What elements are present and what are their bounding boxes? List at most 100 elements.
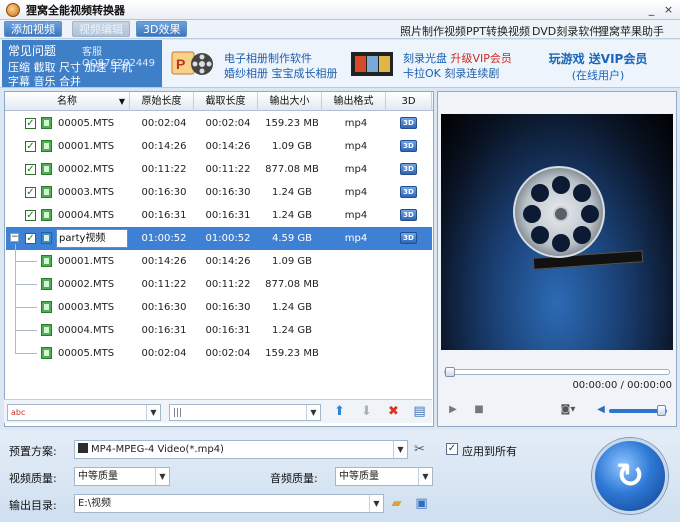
move-down-icon[interactable]: ⬇ <box>359 404 374 419</box>
apply-all-checkbox[interactable]: ✓ <box>446 443 458 455</box>
convert-button[interactable]: ↻ <box>592 438 668 514</box>
file-list[interactable]: 名称 ▼ 原始长度 截取长度 输出大小 输出格式 3D ✓ 00005.MTS 00:… <box>4 91 434 427</box>
video-file-icon <box>41 278 52 290</box>
reel-hole <box>573 226 591 244</box>
tab-add-video[interactable]: 添加视频 <box>4 21 62 37</box>
minimize-button[interactable]: _ <box>644 2 659 17</box>
audio-quality-label: 音频质量: <box>270 472 318 485</box>
3d-effect-icon[interactable]: 3D <box>400 117 417 129</box>
video-preview[interactable] <box>441 114 673 350</box>
link-dvd-burn[interactable]: DVD刻录软件 <box>532 23 600 39</box>
row-name: 00005.MTS <box>58 118 115 129</box>
row-checkbox[interactable]: ✓ <box>25 210 36 221</box>
row-output-size: 1.24 GB <box>271 187 313 198</box>
row-output-format[interactable]: mp4 <box>324 158 388 181</box>
close-button[interactable]: × <box>661 2 676 17</box>
tree-connector <box>15 353 37 354</box>
faq-title[interactable]: 常见问题 <box>8 42 56 59</box>
row-checkbox[interactable]: ✓ <box>25 118 36 129</box>
3d-effect-icon[interactable]: 3D <box>400 232 417 244</box>
vip-promo-title[interactable]: 玩游戏 送VIP会员 <box>548 50 648 67</box>
output-dir-field[interactable]: E:\视频 ▼ <box>74 494 384 513</box>
chevron-down-icon: ▼ <box>369 495 383 512</box>
row-output-format[interactable]: mp4 <box>324 204 388 227</box>
play-icon[interactable]: ▶ <box>446 403 460 417</box>
audio-track-select[interactable]: ||| ▼ <box>169 404 321 421</box>
reel-hub <box>553 206 569 222</box>
seek-bar[interactable] <box>444 367 670 377</box>
table-row[interactable]: ✓ 00003.MTS 00:16:30 00:16:30 1.24 GB mp4 3D <box>6 181 432 204</box>
chevron-down-icon: ▼ <box>418 468 432 485</box>
tab-3d-effect[interactable]: 3D效果 <box>136 21 188 37</box>
table-row[interactable]: ✓ 00004.MTS 00:16:31 00:16:31 1.24 GB mp4 3D <box>6 204 432 227</box>
table-row[interactable]: 00005.MTS 00:02:04 00:02:04 159.23 MB <box>6 342 432 365</box>
tree-connector <box>15 307 37 308</box>
row-cut-length: 00:02:04 <box>205 348 251 359</box>
row-output-format[interactable]: mp4 <box>324 135 388 158</box>
3d-effect-icon[interactable]: 3D <box>400 140 417 152</box>
stop-icon[interactable]: ■ <box>472 403 486 417</box>
column-3d[interactable]: 3D <box>386 92 432 111</box>
video-file-icon <box>41 209 52 221</box>
clear-list-icon[interactable]: ▤ <box>412 404 427 419</box>
settings-tools-icon[interactable]: ✂ <box>412 442 427 457</box>
table-row[interactable]: 00002.MTS 00:11:22 00:11:22 877.08 MB <box>6 273 432 296</box>
row-output-format[interactable]: mp4 <box>324 227 388 250</box>
3d-effect-icon[interactable]: 3D <box>400 186 417 198</box>
preview-panel: 00:00:00 / 00:00:00 ▶ ■ ◙▾ ◀ <box>437 91 677 427</box>
row-original-length: 00:14:26 <box>141 256 187 267</box>
table-row[interactable]: ✓ 00001.MTS 00:14:26 00:14:26 1.09 GB mp4 3D <box>6 135 432 158</box>
seek-handle[interactable] <box>445 367 455 377</box>
link-ppt-video[interactable]: PPT转换视频 <box>466 23 530 39</box>
column-output-size[interactable]: 输出大小 <box>258 92 322 111</box>
table-row[interactable]: 00003.MTS 00:16:30 00:16:30 1.24 GB <box>6 296 432 319</box>
delete-icon[interactable]: ✖ <box>386 404 401 419</box>
tab-video-edit[interactable]: 视频编辑 <box>72 21 130 37</box>
volume-slider[interactable] <box>609 405 667 416</box>
row-output-size: 159.23 MB <box>265 118 319 129</box>
column-name[interactable]: 名称 ▼ <box>5 92 130 111</box>
faq-links-2[interactable]: 字幕 音乐 合并 <box>8 73 81 89</box>
reel-hole <box>531 226 549 244</box>
3d-effect-icon[interactable]: 3D <box>400 163 417 175</box>
promo-vip-upgrade[interactable]: 升级VIP会员 <box>451 52 512 65</box>
table-row[interactable]: 00004.MTS 00:16:31 00:16:31 1.24 GB <box>6 319 432 342</box>
volume-icon[interactable]: ◀ <box>594 403 608 417</box>
video-file-icon <box>41 255 52 267</box>
audio-quality-select[interactable]: 中等质量 ▼ <box>335 467 433 486</box>
table-row-group[interactable]: − ✓ party视频 01:00:52 01:00:52 4.59 GB mp4 3D <box>6 227 432 250</box>
subtitle-select[interactable]: abc ▼ <box>7 404 161 421</box>
promo-burn-line1[interactable]: 刻录光盘 升级VIP会员 <box>403 50 512 66</box>
browse-folder-icon[interactable]: ▰ <box>389 496 404 511</box>
row-output-format[interactable]: mp4 <box>324 112 388 135</box>
table-row[interactable]: 00001.MTS 00:14:26 00:14:26 1.09 GB <box>6 250 432 273</box>
column-original-length[interactable]: 原始长度 <box>130 92 194 111</box>
open-folder-icon[interactable]: ▣ <box>414 496 429 511</box>
row-name-editor[interactable]: party视频 <box>56 229 128 248</box>
table-row[interactable]: ✓ 00002.MTS 00:11:22 00:11:22 877.08 MB mp4 3D <box>6 158 432 181</box>
chevron-down-icon: ▼ <box>306 405 320 420</box>
row-original-length: 00:16:30 <box>141 302 187 313</box>
table-row[interactable]: ✓ 00005.MTS 00:02:04 00:02:04 159.23 MB mp4 3D <box>6 112 432 135</box>
row-checkbox[interactable]: ✓ <box>25 164 36 175</box>
promo-burn-line2[interactable]: 卡拉OK 刻录连续剧 <box>403 65 499 81</box>
move-up-icon[interactable]: ⬆ <box>332 404 347 419</box>
promo-album-line1[interactable]: 电子相册制作软件 <box>224 50 312 66</box>
row-checkbox[interactable]: ✓ <box>25 187 36 198</box>
preset-select[interactable]: MP4-MPEG-4 Video(*.mp4) ▼ <box>74 440 408 459</box>
3d-effect-icon[interactable]: 3D <box>400 209 417 221</box>
column-cut-length[interactable]: 截取长度 <box>194 92 258 111</box>
row-output-format[interactable]: mp4 <box>324 181 388 204</box>
video-quality-select[interactable]: 中等质量 ▼ <box>74 467 170 486</box>
snapshot-camera-icon[interactable]: ◙▾ <box>556 403 580 417</box>
volume-handle[interactable] <box>657 405 667 416</box>
column-output-format[interactable]: 输出格式 <box>322 92 386 111</box>
apply-all-label: 应用到所有 <box>462 445 517 458</box>
row-checkbox[interactable]: ✓ <box>25 233 36 244</box>
faq-panel: 常见问题 客服QQ876292449 压缩 截取 尺寸 加速 手机 字幕 音乐 … <box>2 40 162 89</box>
collapse-toggle-icon[interactable]: − <box>10 233 19 242</box>
link-apple-helper[interactable]: 狸窝苹果助手 <box>598 23 664 39</box>
row-checkbox[interactable]: ✓ <box>25 141 36 152</box>
promo-album-line2[interactable]: 婚纱相册 宝宝成长相册 <box>224 65 338 81</box>
link-photo-video[interactable]: 照片制作视频 <box>400 23 466 39</box>
